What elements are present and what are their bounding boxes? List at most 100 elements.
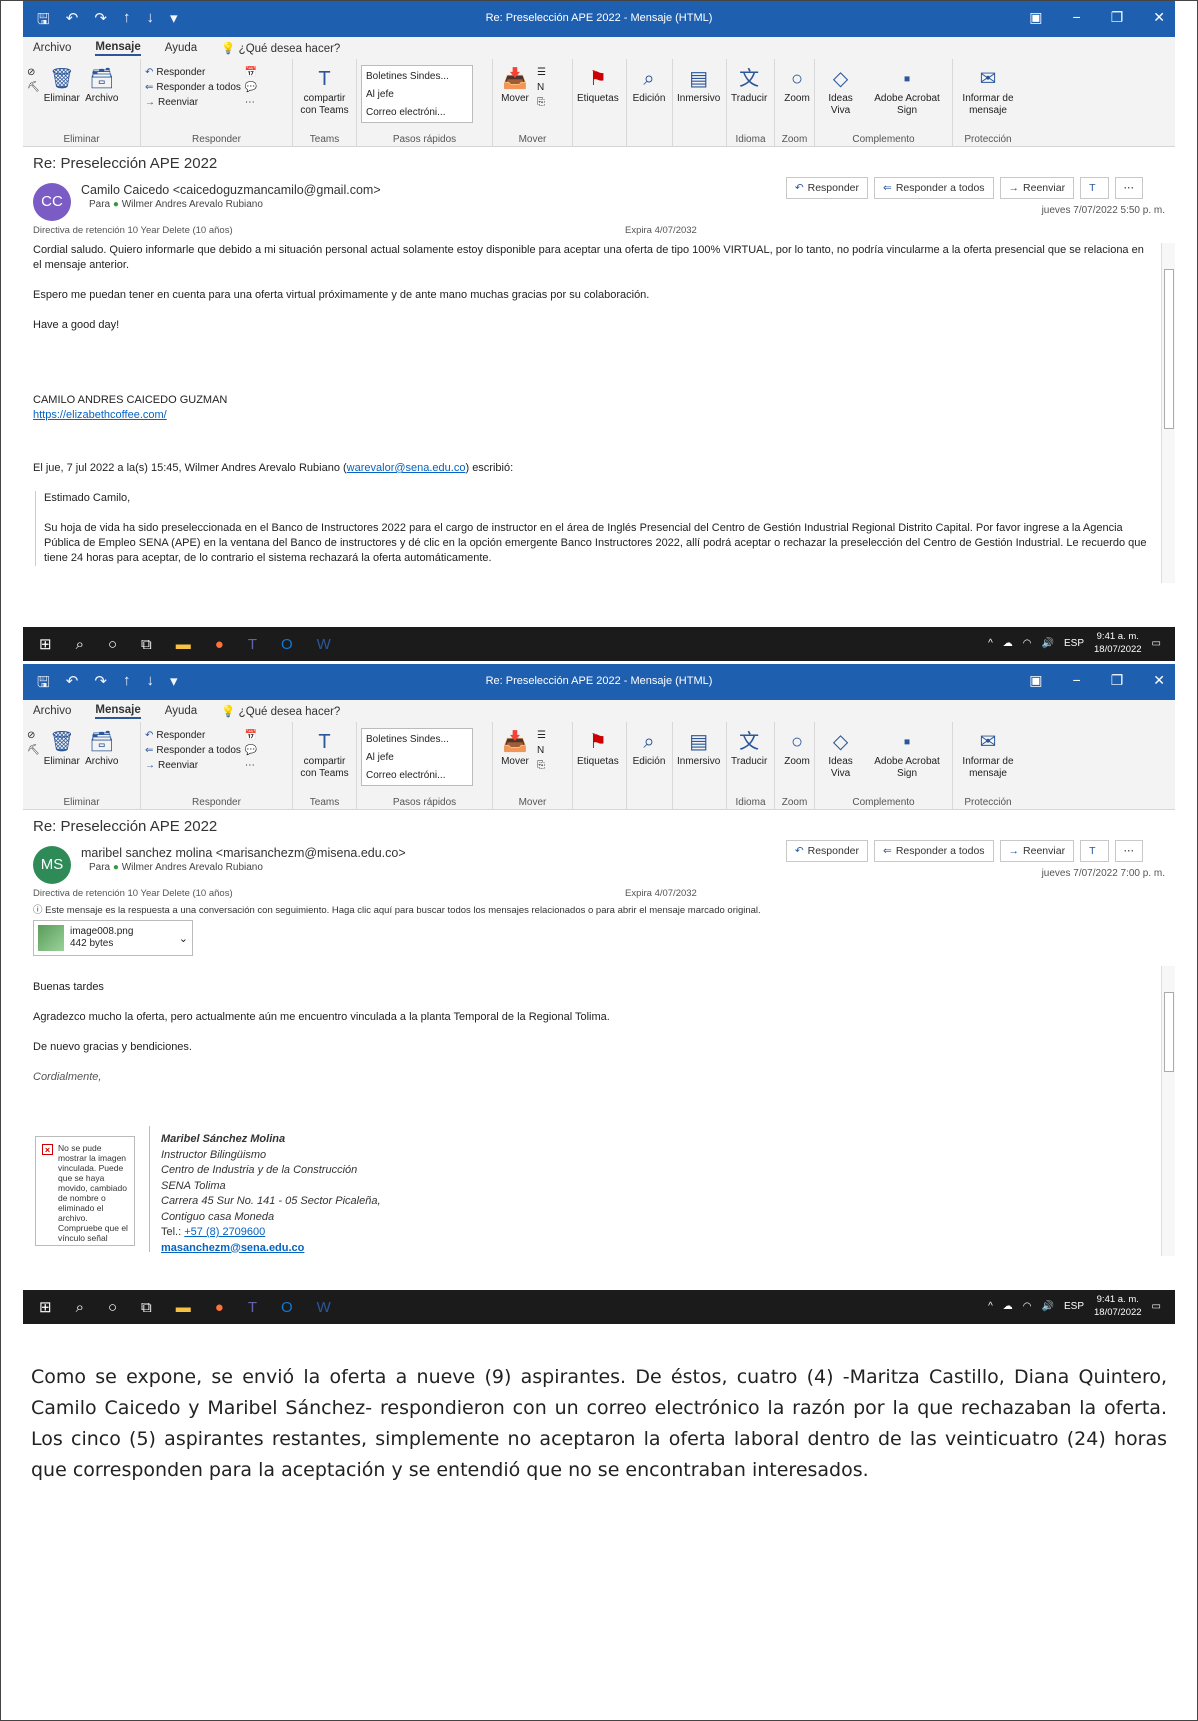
close-icon[interactable]: ✕ <box>1153 672 1165 689</box>
search-icon[interactable]: ⌕ <box>76 1299 84 1316</box>
cleanup-icon[interactable]: ⛏ <box>27 745 40 756</box>
cortana-icon[interactable]: ○ <box>108 636 117 653</box>
editing-button[interactable]: ⌕ Edición <box>631 728 667 768</box>
scrollbar[interactable] <box>1161 966 1175 1256</box>
reply-all-button[interactable]: ⇐ Responder a todos <box>145 745 241 756</box>
teams-taskbar-icon[interactable]: T <box>248 1299 257 1316</box>
teams-action-button[interactable]: T <box>1080 177 1109 199</box>
ribbon-display-icon[interactable]: ▣ <box>1029 9 1042 26</box>
reply-action-button[interactable]: ↶ Responder <box>785 177 868 199</box>
signature-email-link[interactable]: masanchezm@sena.edu.co <box>161 1242 304 1254</box>
menu-archivo[interactable]: Archivo <box>33 705 71 717</box>
forward-action-button[interactable]: → Reenviar <box>999 177 1075 199</box>
zoom-button[interactable]: ○ Zoom <box>779 728 815 768</box>
search-help[interactable]: 💡 ¿Qué desea hacer? <box>221 704 340 718</box>
quote-email-link[interactable]: warevalor@sena.edu.co <box>347 462 466 474</box>
meeting-icon[interactable]: 📅 <box>245 67 257 78</box>
tray-chevron-icon[interactable]: ^ <box>988 638 993 649</box>
cortana-icon[interactable]: ○ <box>108 1299 117 1316</box>
ideas-viva-button[interactable]: ◇ Ideas Viva <box>819 728 862 780</box>
clock[interactable]: 9:41 a. m. 18/07/2022 <box>1094 630 1142 656</box>
editing-button[interactable]: ⌕ Edición <box>631 65 667 105</box>
clock[interactable]: 9:41 a. m. 18/07/2022 <box>1094 1293 1142 1319</box>
quick-step-1[interactable]: Boletines Sindes... <box>366 68 468 86</box>
windows-start-icon[interactable]: ⊞ <box>39 635 52 653</box>
menu-mensaje[interactable]: Mensaje <box>95 704 141 719</box>
move-button[interactable]: 📥 Mover <box>497 728 533 768</box>
forward-action-button[interactable]: → Reenviar <box>999 840 1075 862</box>
immersive-button[interactable]: ▤ Inmersivo <box>677 65 720 105</box>
quick-step-2[interactable]: Al jefe <box>366 749 468 767</box>
search-help[interactable]: 💡 ¿Qué desea hacer? <box>221 41 340 55</box>
tags-button[interactable]: ⚑ Etiquetas <box>577 65 619 105</box>
restore-icon[interactable]: ❐ <box>1111 9 1124 26</box>
rules-icon[interactable]: ☰ <box>537 730 546 741</box>
windows-start-icon[interactable]: ⊞ <box>39 1298 52 1316</box>
signature-link[interactable]: https://elizabethcoffee.com/ <box>33 408 1149 423</box>
file-explorer-icon[interactable]: ▬ <box>176 636 191 653</box>
archive-button[interactable]: 🗃 Archivo <box>84 728 120 768</box>
scroll-thumb[interactable] <box>1164 992 1174 1072</box>
file-explorer-icon[interactable]: ▬ <box>176 1299 191 1316</box>
notifications-icon[interactable]: ▭ <box>1152 638 1161 649</box>
quick-steps-list[interactable]: Boletines Sindes... Al jefe Correo elect… <box>361 728 473 786</box>
translate-button[interactable]: 文 Traducir <box>731 65 767 105</box>
search-icon[interactable]: ⌕ <box>76 636 84 653</box>
word-taskbar-icon[interactable]: W <box>317 636 331 653</box>
sender[interactable]: Camilo Caicedo <caicedoguzmancamilo@gmai… <box>81 183 381 197</box>
im-icon[interactable]: 💬 <box>245 745 257 756</box>
forward-button[interactable]: → Reenviar <box>145 760 241 771</box>
firefox-icon[interactable]: ● <box>215 1299 224 1316</box>
scrollbar[interactable] <box>1161 243 1175 583</box>
more-actions-button[interactable]: ⋯ <box>1114 840 1143 862</box>
onedrive-icon[interactable]: ☁ <box>1003 1301 1013 1312</box>
immersive-button[interactable]: ▤ Inmersivo <box>677 728 720 768</box>
meeting-icon[interactable]: 📅 <box>245 730 257 741</box>
wifi-icon[interactable]: ◠ <box>1023 638 1032 649</box>
tray-chevron-icon[interactable]: ^ <box>988 1301 993 1312</box>
share-teams-button[interactable]: Tcompartir con Teams <box>297 65 352 117</box>
im-icon[interactable]: 💬 <box>245 82 257 93</box>
attachment[interactable]: image008.png 442 bytes ⌄ <box>33 920 193 956</box>
reply-all-button[interactable]: ⇐ Responder a todos <box>145 82 241 93</box>
archive-button[interactable]: 🗃 Archivo <box>84 65 120 105</box>
word-taskbar-icon[interactable]: W <box>317 1299 331 1316</box>
report-message-button[interactable]: ✉ Informar de mensaje <box>957 65 1019 117</box>
tags-button[interactable]: ⚑ Etiquetas <box>577 728 619 768</box>
quick-steps-list[interactable]: Boletines Sindes... Al jefe Correo elect… <box>361 65 473 123</box>
reply-all-action-button[interactable]: ⇐ Responder a todos <box>874 840 994 862</box>
delete-button[interactable]: 🗑 Eliminar <box>44 728 80 768</box>
acrobat-sign-button[interactable]: ▪ Adobe Acrobat Sign <box>866 728 948 780</box>
more-icon[interactable]: ⋯ <box>245 97 257 108</box>
actions-icon[interactable]: ⎘ <box>537 760 546 771</box>
acrobat-sign-button[interactable]: ▪ Adobe Acrobat Sign <box>866 65 948 117</box>
outlook-taskbar-icon[interactable]: O <box>281 1299 293 1316</box>
sender[interactable]: maribel sanchez molina <marisanchezm@mis… <box>81 846 406 860</box>
translate-button[interactable]: 文 Traducir <box>731 728 767 768</box>
volume-icon[interactable]: 🔊 <box>1042 638 1054 649</box>
move-button[interactable]: 📥 Mover <box>497 65 533 105</box>
reply-all-action-button[interactable]: ⇐ Responder a todos <box>874 177 994 199</box>
firefox-icon[interactable]: ● <box>215 636 224 653</box>
report-message-button[interactable]: ✉ Informar de mensaje <box>957 728 1019 780</box>
menu-ayuda[interactable]: Ayuda <box>165 705 197 717</box>
onedrive-icon[interactable]: ☁ <box>1003 638 1013 649</box>
menu-archivo[interactable]: Archivo <box>33 42 71 54</box>
cleanup-icon[interactable]: ⛏ <box>27 82 40 93</box>
outlook-taskbar-icon[interactable]: O <box>281 636 293 653</box>
scroll-thumb[interactable] <box>1164 269 1174 429</box>
ignore-icon[interactable]: ⊘ <box>27 730 40 741</box>
quick-step-3[interactable]: Correo electróni... <box>366 767 468 785</box>
reply-action-button[interactable]: ↶ Responder <box>785 840 868 862</box>
teams-action-button[interactable]: T <box>1080 840 1109 862</box>
onenote-icon[interactable]: N <box>537 745 546 756</box>
more-icon[interactable]: ⋯ <box>245 760 257 771</box>
task-view-icon[interactable]: ⧉ <box>141 636 152 653</box>
actions-icon[interactable]: ⎘ <box>537 97 546 108</box>
quick-step-1[interactable]: Boletines Sindes... <box>366 731 468 749</box>
notifications-icon[interactable]: ▭ <box>1152 1301 1161 1312</box>
menu-ayuda[interactable]: Ayuda <box>165 42 197 54</box>
teams-taskbar-icon[interactable]: T <box>248 636 257 653</box>
onenote-icon[interactable]: N <box>537 82 546 93</box>
forward-button[interactable]: → Reenviar <box>145 97 241 108</box>
